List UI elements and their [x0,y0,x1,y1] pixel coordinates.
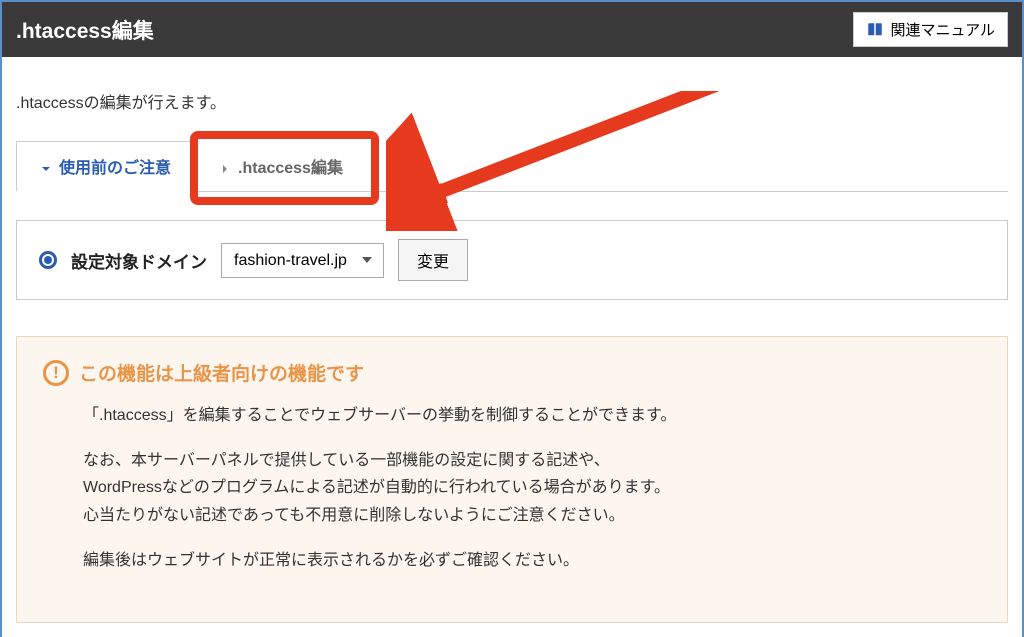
radio-selected-icon [39,251,57,269]
domain-select-wrap: fashion-travel.jp [221,243,384,278]
change-button[interactable]: 変更 [398,239,468,281]
tabs: 使用前のご注意 .htaccess編集 [16,141,1008,192]
content-area: .htaccessの編集が行えます。 使用前のご注意 .htaccess編集 [0,57,1024,637]
warning-para-2: なお、本サーバーパネルで提供している一部機能の設定に関する記述や、 WordPr… [83,447,981,529]
warning-panel: ! この機能は上級者向けの機能です 「.htaccess」を編集することでウェブ… [16,336,1008,623]
domain-select[interactable]: fashion-travel.jp [221,243,384,278]
tabs-container: 使用前のご注意 .htaccess編集 [16,141,1008,192]
warning-line-5: 編集後はウェブサイトが正常に表示されるかを必ずご確認ください。 [83,547,981,574]
chevron-right-icon [220,161,230,171]
book-icon [866,21,884,39]
warning-line-1: 「.htaccess」を編集することでウェブサーバーの挙動を制御することができま… [83,402,981,429]
warning-header: ! この機能は上級者向けの機能です [43,359,981,386]
page-header: .htaccess編集 関連マニュアル [0,0,1024,57]
warning-icon: ! [43,360,69,386]
tab-htaccess-edit[interactable]: .htaccess編集 [196,141,367,191]
tab-notice[interactable]: 使用前のご注意 [16,141,196,192]
warning-body: 「.htaccess」を編集することでウェブサーバーの挙動を制御することができま… [83,402,981,574]
domain-panel: 設定対象ドメイン fashion-travel.jp 変更 [16,220,1008,300]
intro-text: .htaccessの編集が行えます。 [16,89,1008,113]
warning-line-2: なお、本サーバーパネルで提供している一部機能の設定に関する記述や、 [83,452,610,469]
domain-label: 設定対象ドメイン [71,248,207,273]
manual-button[interactable]: 関連マニュアル [853,12,1008,47]
page-title: .htaccess編集 [16,15,154,45]
warning-title: この機能は上級者向けの機能です [79,359,364,386]
chevron-down-icon [41,161,51,171]
tab-htaccess-label: .htaccess編集 [238,154,343,178]
warning-line-3: WordPressなどのプログラムによる記述が自動的に行われている場合があります… [83,479,670,496]
warning-line-4: 心当たりがない記述であっても不用意に削除しないようにご注意ください。 [83,507,625,524]
tab-notice-label: 使用前のご注意 [59,154,171,178]
manual-button-label: 関連マニュアル [890,19,995,40]
